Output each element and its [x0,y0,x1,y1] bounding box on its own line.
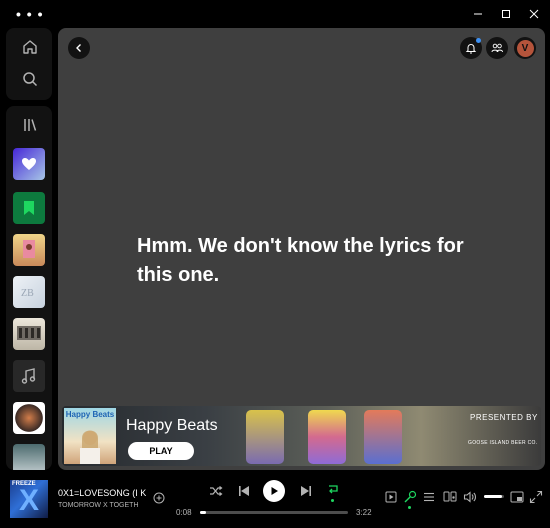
ad-artwork: Happy Beats [64,408,116,464]
home-icon[interactable] [21,38,39,56]
ad-can-image [308,410,346,464]
no-lyrics-message: Hmm. We don't know the lyrics for this o… [137,235,464,286]
queue-icon [424,492,434,502]
library-item-playlist-1[interactable] [13,234,45,266]
library-item-playlist-6[interactable] [13,444,45,470]
ad-presented-by: PRESENTED BY [470,413,538,422]
miniplayer-icon [510,491,524,503]
cover-letter: X [18,484,39,517]
connect-device-button[interactable] [443,491,457,503]
search-icon[interactable] [21,70,39,88]
library-item-liked-songs[interactable] [13,148,45,180]
library-item-playlist-5[interactable] [13,402,45,434]
more-dots-icon[interactable]: • • • [16,7,43,21]
ad-play-button[interactable]: PLAY [128,442,194,460]
notifications-button[interactable] [460,37,482,59]
heart-icon [22,158,36,170]
now-playing-view-button[interactable] [385,491,397,503]
album-cover[interactable]: FREEZE X [10,480,48,518]
bookmark-icon [24,201,34,215]
duration: 3:22 [356,508,372,517]
music-note-icon [21,368,36,384]
library-item-your-episodes[interactable] [13,192,45,224]
friends-icon [491,43,503,53]
volume-icon [463,491,476,503]
volume-fill [484,495,502,498]
track-artist[interactable]: TOMORROW X TOGETH [58,502,146,509]
lyrics-active-indicator [408,506,411,509]
progress-bar[interactable] [200,511,348,514]
ad-title: Happy Beats [126,417,218,434]
plus-circle-icon [153,492,165,504]
ad-banner[interactable]: Happy Beats Happy Beats PLAY PRESENTED B… [62,406,541,466]
avatar-initial: V [516,39,534,57]
friend-activity-button[interactable] [486,37,508,59]
notification-badge [476,38,481,43]
ad-brand: GOOSE ISLAND BEER CO. [468,440,538,446]
next-button[interactable] [299,484,313,498]
title-bar: • • • [0,0,550,28]
ad-can-image [246,410,284,464]
library-panel: ZB [6,106,52,470]
volume-slider[interactable] [484,495,504,498]
play-button[interactable] [263,480,285,502]
skip-forward-icon [301,486,311,496]
play-icon [271,487,278,495]
close-icon[interactable] [526,6,542,22]
library-item-playlist-4[interactable] [13,360,45,392]
queue-button[interactable] [423,491,435,503]
fullscreen-icon [529,490,543,504]
svg-text:ZB: ZB [21,288,34,299]
nav-panel [6,28,52,100]
microphone-icon [404,490,417,503]
avatar[interactable]: V [514,37,536,59]
maximize-icon[interactable] [498,6,514,22]
ad-can-image [364,410,402,464]
elapsed-time: 0:08 [176,508,192,517]
lyrics-panel: V Hmm. We don't know the lyrics for this… [58,28,545,470]
skip-back-icon [239,486,249,496]
minimize-icon[interactable] [470,6,486,22]
back-button[interactable] [68,37,90,59]
library-item-playlist-3[interactable] [13,318,45,350]
chevron-left-icon [76,44,81,52]
library-icon[interactable] [21,116,39,134]
mute-button[interactable] [463,490,477,504]
now-playing-icon [385,491,397,503]
add-to-playlist-button[interactable] [153,492,165,504]
shuffle-icon [210,486,223,496]
track-title[interactable]: 0X1=LOVESONG (I K [58,488,146,498]
progress-fill [200,511,206,514]
active-indicator [331,499,334,502]
smart-shuffle-button[interactable] [326,483,340,497]
miniplayer-button[interactable] [510,491,524,503]
lyrics-button[interactable] [403,490,417,504]
bell-icon [465,44,477,54]
fullscreen-button[interactable] [529,490,543,504]
previous-button[interactable] [237,484,251,498]
repeat-icon [329,485,338,494]
devices-icon [443,491,457,502]
shuffle-button[interactable] [209,484,223,498]
library-item-playlist-2[interactable]: ZB [13,276,45,308]
